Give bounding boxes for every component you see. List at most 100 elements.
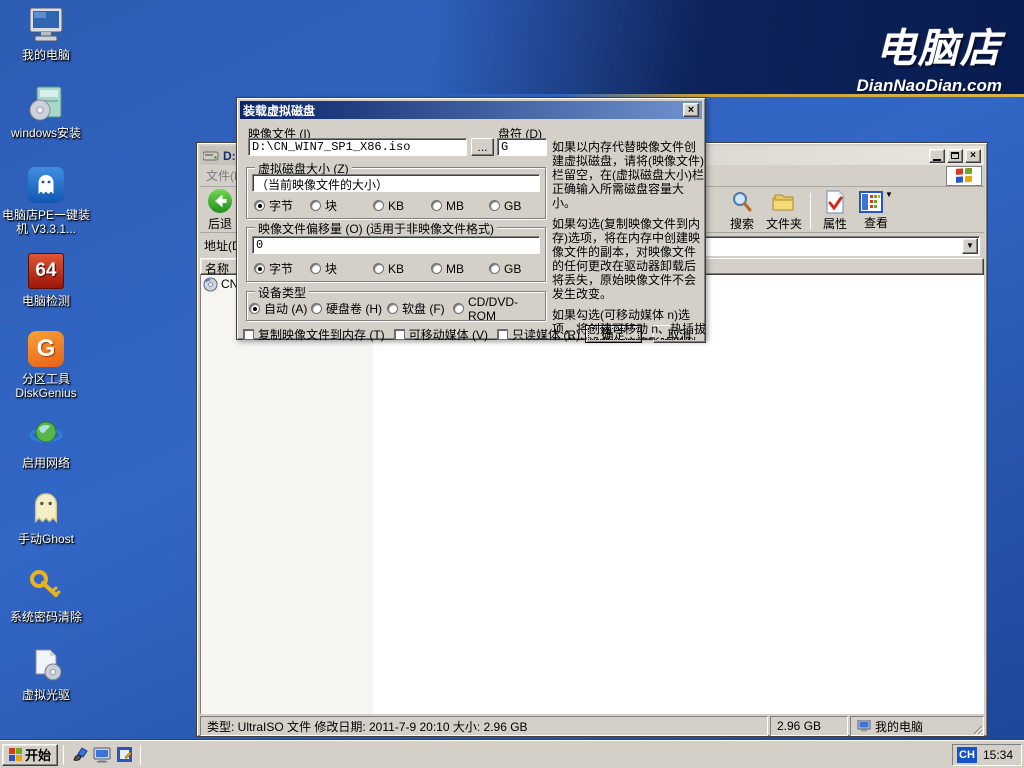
view-button[interactable]: ▼ 查看 (855, 190, 897, 232)
radio-icon[interactable] (387, 303, 398, 314)
quicklaunch-brush-icon[interactable] (70, 745, 90, 765)
radio-icon[interactable] (373, 263, 384, 274)
radio-icon[interactable] (254, 200, 265, 211)
desktop-icon-windows-install[interactable]: windows安装 (0, 82, 92, 140)
key-icon (25, 566, 67, 608)
disk-size-input[interactable]: （当前映像文件的大小） (252, 174, 540, 192)
desktop-icon-label: 电脑检测 (0, 294, 92, 308)
view-dropdown-caret[interactable]: ▼ (885, 191, 893, 199)
desktop-icon-password-clear[interactable]: 系统密码清除 (0, 566, 92, 624)
desktop-icon-label: 我的电脑 (0, 48, 92, 62)
radio-icon[interactable] (310, 263, 321, 274)
address-dropdown-button[interactable]: ▼ (962, 238, 978, 254)
diskgenius-icon: G (25, 328, 67, 370)
device-cdrom[interactable]: CD/DVD-ROM (453, 302, 545, 315)
input-language-indicator[interactable]: CH (957, 747, 977, 763)
toolbar-separator (810, 193, 811, 229)
desktop-icon-my-computer[interactable]: 我的电脑 (0, 4, 92, 62)
desktop-icon-virtual-cdrom[interactable]: 虚拟光驱 (0, 644, 92, 702)
folder-icon (771, 190, 797, 214)
explorer-statusbar: 类型: UltraISO 文件 修改日期: 2011-7-9 20:10 大小:… (200, 714, 984, 736)
dialog-close-icon[interactable]: × (683, 103, 699, 117)
windows-flag-logo (946, 166, 982, 186)
dialog-title: 装载虚拟磁盘 (243, 102, 683, 119)
view-grid-icon (859, 191, 883, 213)
desktop-icon-enable-network[interactable]: 启用网络 (0, 412, 92, 470)
brand-subtitle: DianNaoDian.com (857, 76, 1002, 96)
minimize-button[interactable] (929, 149, 945, 163)
desktop-icon-dnd-pe-installer[interactable]: 电脑店PE一键装机 V3.3.1... (0, 164, 92, 236)
radio-icon[interactable] (489, 200, 500, 211)
radio-icon[interactable] (373, 200, 384, 211)
device-hdd[interactable]: 硬盘卷 (H) (311, 302, 382, 315)
close-button[interactable]: × (965, 149, 981, 163)
disk-size-group: 虚拟磁盘大小 (Z) （当前映像文件的大小） 字节 块 KB MB GB (246, 167, 546, 219)
search-button[interactable]: 搜索 (722, 189, 762, 233)
radio-icon[interactable] (311, 303, 322, 314)
status-details: 类型: UltraISO 文件 修改日期: 2011-7-9 20:10 大小:… (200, 716, 768, 736)
checkbox-icon[interactable] (394, 329, 405, 340)
desktop-icon-pc-check[interactable]: 64 电脑检测 (0, 250, 92, 308)
start-button[interactable]: 开始 (2, 744, 58, 766)
taskbar: 开始 CH 15:34 (0, 740, 1024, 768)
offset-unit-blocks[interactable]: 块 (310, 262, 337, 275)
radio-icon[interactable] (453, 303, 464, 314)
checkbox-icon[interactable] (497, 329, 508, 340)
radio-icon[interactable] (489, 263, 500, 274)
back-arrow-icon (207, 188, 233, 214)
properties-button[interactable]: 属性 (815, 189, 855, 233)
quicklaunch-separator (63, 745, 64, 765)
desktop-icon-diskgenius[interactable]: G 分区工具 DiskGenius (0, 328, 92, 400)
brand-logo: 电脑店 DianNaoDian.com (857, 16, 1002, 96)
device-floppy[interactable]: 软盘 (F) (387, 302, 445, 315)
dialog-checkbox-row: 复制映像文件到内存 (T) 可移动媒体 (V) 只读媒体 (R) (243, 326, 580, 343)
dialog-titlebar[interactable]: 装载虚拟磁盘 × (240, 101, 702, 119)
copy-to-memory-checkbox[interactable]: 复制映像文件到内存 (T) (243, 326, 385, 343)
folders-button[interactable]: 文件夹 (762, 189, 806, 233)
desktop-icon-manual-ghost[interactable]: 手动Ghost (0, 488, 92, 546)
desktop: 电脑店 DianNaoDian.com 我的电脑 windows安装 电脑店PE… (0, 0, 1024, 768)
disk-size-unit-blocks[interactable]: 块 (310, 199, 337, 212)
checkbox-icon[interactable] (243, 329, 254, 340)
offset-unit-bytes[interactable]: 字节 (254, 262, 293, 275)
device-auto[interactable]: 自动 (A) (249, 302, 307, 315)
desktop-icon-label: windows安装 (0, 126, 92, 140)
radio-icon[interactable] (249, 303, 260, 314)
image-file-input[interactable]: D:\CN_WIN7_SP1_X86.iso (248, 138, 467, 156)
resize-grip[interactable] (971, 723, 983, 735)
maximize-button[interactable] (947, 149, 963, 163)
offset-input[interactable]: 0 (252, 236, 540, 254)
disk-size-unit-gb[interactable]: GB (489, 199, 521, 212)
offset-unit-gb[interactable]: GB (489, 262, 521, 275)
taskbar-separator (140, 745, 141, 765)
disk-size-unit-bytes[interactable]: 字节 (254, 199, 293, 212)
mount-virtual-disk-dialog: 装载虚拟磁盘 × 映像文件 (I) D:\CN_WIN7_SP1_X86.iso… (236, 97, 706, 340)
status-zone: 我的电脑 (850, 716, 984, 736)
desktop-icon-label: 启用网络 (0, 456, 92, 470)
desktop-icon-label: 电脑店PE一键装机 V3.3.1... (0, 208, 92, 236)
radio-icon[interactable] (310, 200, 321, 211)
iso-cd-icon (203, 277, 218, 292)
drive-letter-input[interactable]: G (497, 138, 547, 156)
radio-icon[interactable] (431, 200, 442, 211)
desktop-icon-label: 分区工具 DiskGenius (0, 372, 92, 400)
disk-size-unit-mb[interactable]: MB (431, 199, 464, 212)
offset-legend: 映像文件偏移量 (O) (适用于非映像文件格式) (255, 220, 497, 237)
virtual-cd-icon (25, 644, 67, 686)
offset-unit-kb[interactable]: KB (373, 262, 404, 275)
browse-button[interactable]: ... (471, 138, 494, 156)
radio-icon[interactable] (431, 263, 442, 274)
offset-unit-mb[interactable]: MB (431, 262, 464, 275)
back-button[interactable]: 后退 (200, 187, 240, 233)
desktop-icon-label: 系统密码清除 (0, 610, 92, 624)
properties-icon (824, 190, 846, 214)
device-type-group: 设备类型 自动 (A) 硬盘卷 (H) 软盘 (F) CD/DVD-ROM (246, 291, 546, 321)
quicklaunch-show-desktop-icon[interactable] (114, 745, 134, 765)
cpu64-icon: 64 (25, 250, 67, 292)
quicklaunch-display-icon[interactable] (92, 745, 112, 765)
brand-title: 电脑店 (857, 16, 1002, 74)
radio-icon[interactable] (254, 263, 265, 274)
taskbar-clock[interactable]: 15:34 (983, 748, 1013, 762)
removable-media-checkbox[interactable]: 可移动媒体 (V) (394, 326, 488, 343)
disk-size-unit-kb[interactable]: KB (373, 199, 404, 212)
